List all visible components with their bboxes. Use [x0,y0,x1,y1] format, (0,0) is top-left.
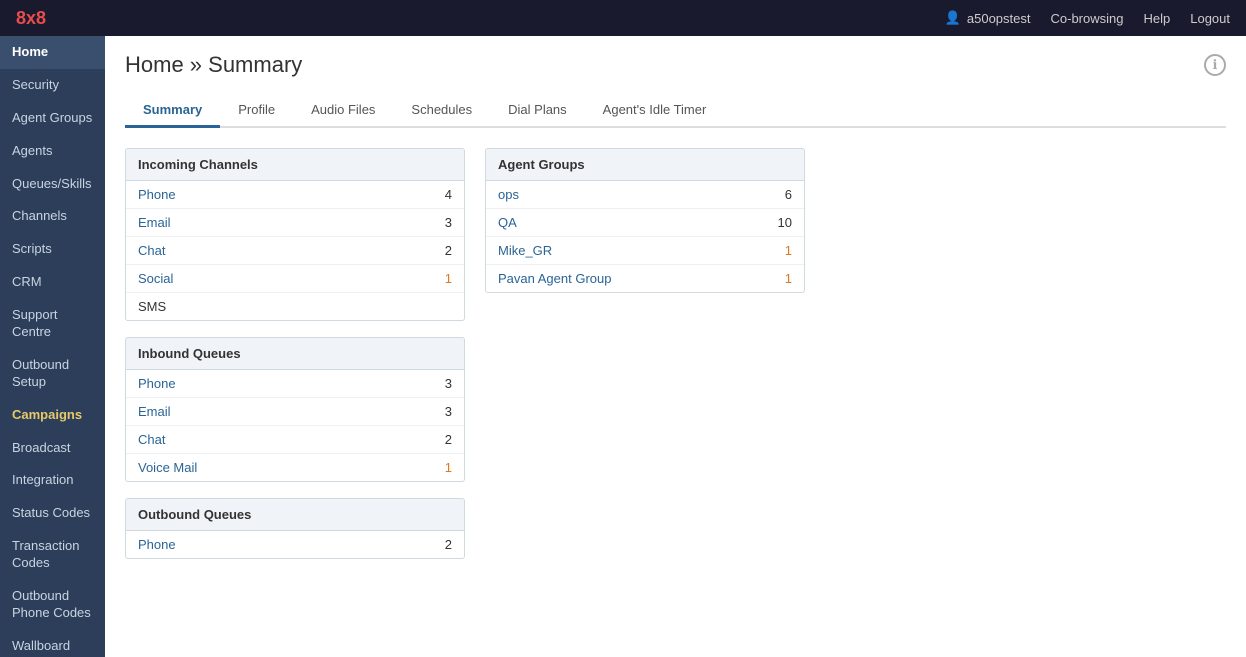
left-column: Incoming Channels Phone 4 Email 3 Chat 2 [125,148,465,559]
table-row: Mike_GR 1 [486,237,804,265]
sidebar-item-crm[interactable]: CRM [0,266,105,299]
sidebar-item-outbound-setup[interactable]: Outbound Setup [0,349,105,399]
queue-email-link[interactable]: Email [138,404,171,419]
tables-layout: Incoming Channels Phone 4 Email 3 Chat 2 [125,148,1226,559]
table-row: Voice Mail 1 [126,454,464,481]
tabs-bar: Summary Profile Audio Files Schedules Di… [125,94,1226,128]
table-row: Chat 2 [126,426,464,454]
sidebar-item-scripts[interactable]: Scripts [0,233,105,266]
sidebar: Home Security Agent Groups Agents Queues… [0,36,105,657]
table-row: Social 1 [126,265,464,293]
sidebar-item-status-codes[interactable]: Status Codes [0,497,105,530]
tab-profile[interactable]: Profile [220,94,293,128]
tab-agents-idle-timer[interactable]: Agent's Idle Timer [585,94,725,128]
sidebar-item-home[interactable]: Home [0,36,105,69]
table-row: ops 6 [486,181,804,209]
agent-group-ops-value: 6 [785,187,792,202]
inbound-queues-header: Inbound Queues [126,338,464,370]
sidebar-item-queues-skills[interactable]: Queues/Skills [0,168,105,201]
agent-groups-header: Agent Groups [486,149,804,181]
sidebar-item-outbound-phone-codes[interactable]: Outbound Phone Codes [0,580,105,630]
table-row: SMS [126,293,464,320]
table-row: QA 10 [486,209,804,237]
sidebar-item-agents[interactable]: Agents [0,135,105,168]
outbound-phone-link[interactable]: Phone [138,537,176,552]
user-icon: 👤 [945,10,961,26]
table-row: Email 3 [126,209,464,237]
info-icon[interactable]: ℹ [1204,54,1226,76]
table-row: Chat 2 [126,237,464,265]
main-layout: Home Security Agent Groups Agents Queues… [0,36,1246,657]
sidebar-item-support-centre[interactable]: Support Centre [0,299,105,349]
channel-chat-link[interactable]: Chat [138,243,165,258]
table-row: Phone 2 [126,531,464,558]
topbar-user: 👤 a50opstest [945,10,1031,26]
channel-email-link[interactable]: Email [138,215,171,230]
help-link[interactable]: Help [1143,11,1170,26]
channel-sms-link[interactable]: SMS [138,299,166,314]
agent-group-mikegr-link[interactable]: Mike_GR [498,243,552,258]
tab-dial-plans[interactable]: Dial Plans [490,94,585,128]
queue-voicemail-value: 1 [445,460,452,475]
sidebar-item-transaction-codes[interactable]: Transaction Codes [0,530,105,580]
agent-group-qa-link[interactable]: QA [498,215,517,230]
sidebar-item-agent-groups[interactable]: Agent Groups [0,102,105,135]
queue-chat-link[interactable]: Chat [138,432,165,447]
topbar-right: 👤 a50opstest Co-browsing Help Logout [945,10,1230,26]
page-title: Home » Summary [125,52,302,78]
channel-email-value: 3 [445,215,452,230]
sidebar-item-broadcast[interactable]: Broadcast [0,432,105,465]
cobrowsing-link[interactable]: Co-browsing [1051,11,1124,26]
sidebar-item-wallboard[interactable]: Wallboard [0,630,105,657]
queue-phone-link[interactable]: Phone [138,376,176,391]
incoming-channels-table: Incoming Channels Phone 4 Email 3 Chat 2 [125,148,465,321]
sidebar-item-channels[interactable]: Channels [0,200,105,233]
agent-group-pavan-value: 1 [785,271,792,286]
sidebar-item-security[interactable]: Security [0,69,105,102]
outbound-phone-value: 2 [445,537,452,552]
sidebar-item-integration[interactable]: Integration [0,464,105,497]
incoming-channels-header: Incoming Channels [126,149,464,181]
sidebar-item-campaigns[interactable]: Campaigns [0,399,105,432]
outbound-queues-table: Outbound Queues Phone 2 [125,498,465,559]
queue-email-value: 3 [445,404,452,419]
tab-summary[interactable]: Summary [125,94,220,128]
outbound-queues-header: Outbound Queues [126,499,464,531]
agent-group-qa-value: 10 [778,215,792,230]
queue-phone-value: 3 [445,376,452,391]
channel-social-value: 1 [445,271,452,286]
agent-groups-table: Agent Groups ops 6 QA 10 Mike_GR 1 Pava [485,148,805,293]
agent-group-mikegr-value: 1 [785,243,792,258]
agent-group-pavan-link[interactable]: Pavan Agent Group [498,271,611,286]
content-area: Home » Summary ℹ Summary Profile Audio F… [105,36,1246,657]
inbound-queues-table: Inbound Queues Phone 3 Email 3 Chat 2 V [125,337,465,482]
channel-chat-value: 2 [445,243,452,258]
username-label: a50opstest [967,11,1031,26]
channel-social-link[interactable]: Social [138,271,173,286]
channel-phone-link[interactable]: Phone [138,187,176,202]
logout-link[interactable]: Logout [1190,11,1230,26]
tab-schedules[interactable]: Schedules [393,94,490,128]
tab-audio-files[interactable]: Audio Files [293,94,393,128]
page-header: Home » Summary ℹ [125,52,1226,78]
table-row: Pavan Agent Group 1 [486,265,804,292]
app-logo: 8x8 [16,8,46,29]
table-row: Email 3 [126,398,464,426]
table-row: Phone 3 [126,370,464,398]
channel-phone-value: 4 [445,187,452,202]
queue-voicemail-link[interactable]: Voice Mail [138,460,197,475]
table-row: Phone 4 [126,181,464,209]
topbar: 8x8 👤 a50opstest Co-browsing Help Logout [0,0,1246,36]
agent-group-ops-link[interactable]: ops [498,187,519,202]
right-column: Agent Groups ops 6 QA 10 Mike_GR 1 Pava [485,148,805,559]
queue-chat-value: 2 [445,432,452,447]
